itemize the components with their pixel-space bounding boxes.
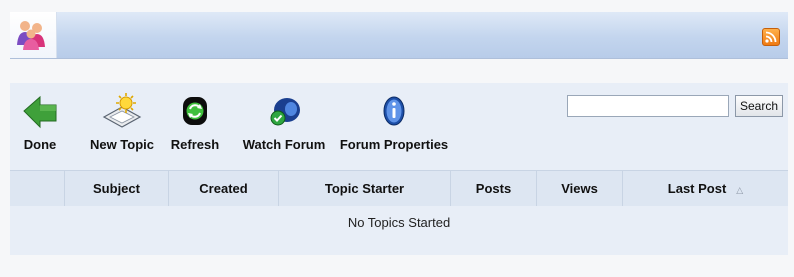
new-topic-button[interactable]: New Topic (82, 83, 162, 169)
back-arrow-icon (20, 91, 60, 131)
column-header-last-post-label: Last Post (667, 181, 727, 196)
done-button[interactable]: Done (14, 83, 66, 169)
column-header-last-post[interactable]: Last Post △ (622, 171, 788, 206)
search-button[interactable]: Search (735, 95, 783, 117)
refresh-label: Refresh (170, 137, 220, 152)
done-label: Done (23, 137, 57, 152)
forum-users-icon (10, 12, 57, 58)
watch-forum-label: Watch Forum (242, 137, 326, 152)
no-topics-message: No Topics Started (10, 206, 788, 239)
column-header-created[interactable]: Created (168, 171, 278, 206)
watch-forum-button[interactable]: Watch Forum (236, 83, 332, 169)
forum-toolbar: Done New Topic Refresh Watch Forum Forum… (10, 83, 788, 169)
search-input[interactable] (567, 95, 729, 117)
sort-ascending-icon: △ (736, 185, 744, 195)
column-header-posts[interactable]: Posts (450, 171, 536, 206)
new-topic-label: New Topic (89, 137, 155, 152)
column-header-subject[interactable]: Subject (64, 171, 168, 206)
watch-forum-icon (264, 91, 304, 131)
forum-header (10, 12, 788, 59)
forum-panel: Done New Topic Refresh Watch Forum Forum… (10, 83, 788, 255)
refresh-icon (175, 91, 215, 131)
new-topic-icon (102, 91, 142, 131)
column-header-topic-starter[interactable]: Topic Starter (278, 171, 450, 206)
forum-properties-button[interactable]: Forum Properties (336, 83, 452, 169)
refresh-button[interactable]: Refresh (164, 83, 226, 169)
forum-properties-label: Forum Properties (339, 137, 449, 152)
forum-properties-icon (374, 91, 414, 131)
rss-feed-icon[interactable] (762, 28, 780, 46)
topics-table-header: Subject Created Topic Starter Posts View… (10, 170, 788, 207)
column-header-views[interactable]: Views (536, 171, 622, 206)
column-header-icon (10, 171, 64, 206)
